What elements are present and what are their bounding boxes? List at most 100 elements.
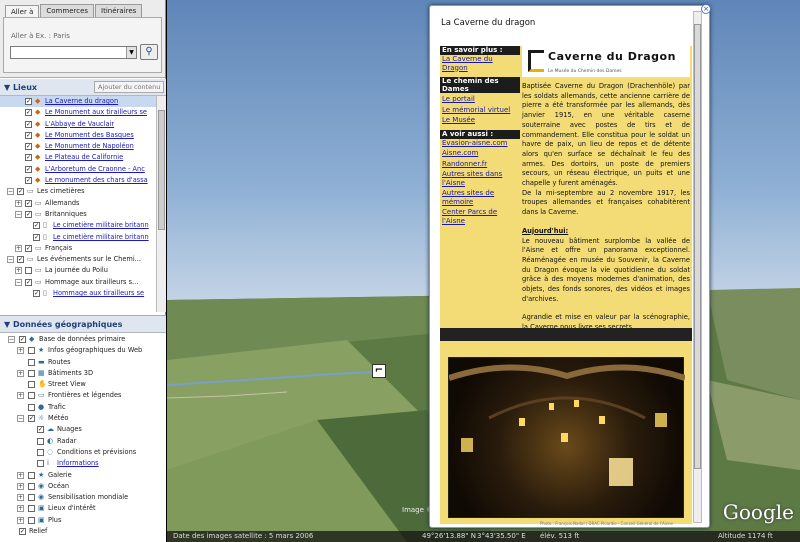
checkbox[interactable]: ✓ (25, 143, 32, 151)
checkbox[interactable]: ✓ (25, 278, 32, 286)
expand-toggle-icon[interactable]: + (17, 482, 24, 490)
checkbox[interactable] (28, 505, 35, 513)
place-item[interactable]: ✓ ◆ Le Monument aux tirailleurs se (0, 107, 156, 118)
place-item[interactable]: ✓ ▯ Le cimetière militaire britann (0, 232, 156, 243)
layer-item[interactable]: + ★ Infos géographiques du Web (0, 345, 166, 356)
tab-commerces[interactable]: Commerces (40, 4, 95, 17)
layer-item[interactable]: + ◉ Sensibilisation mondiale (0, 492, 166, 503)
checkbox[interactable]: ✓ (19, 336, 26, 343)
link-portail[interactable]: Le portail (440, 95, 520, 104)
checkbox[interactable]: ✓ (33, 290, 40, 298)
layer-item[interactable]: ✋ Street View (0, 379, 166, 390)
checkbox[interactable] (28, 471, 35, 479)
chevron-down-icon[interactable]: ▼ (126, 47, 136, 58)
scrollbar-thumb[interactable] (694, 24, 701, 469)
link-sites-memoire[interactable]: Autres sites de mémoire (440, 189, 520, 206)
link-aisne[interactable]: Aisne.com (440, 149, 520, 158)
expand-toggle-icon[interactable]: + (15, 244, 22, 252)
layer-item[interactable]: ✓ ☁ Nuages (0, 424, 166, 435)
expand-toggle-icon[interactable]: + (17, 471, 24, 479)
checkbox[interactable]: ✓ (17, 188, 24, 196)
places-scrollbar[interactable] (156, 96, 166, 312)
place-item[interactable]: ✓ ◆ Le Monument des Basques (0, 130, 156, 141)
search-input[interactable]: ▼ (10, 46, 137, 59)
expand-toggle-icon[interactable]: + (17, 392, 24, 400)
expand-toggle-icon[interactable]: + (17, 494, 24, 502)
link-randonner[interactable]: Randonner.fr (440, 160, 520, 169)
checkbox[interactable]: ✓ (25, 177, 32, 185)
checkbox[interactable]: ✓ (33, 222, 40, 230)
layers-header[interactable]: ▼ Données géographiques (0, 316, 166, 333)
checkbox[interactable] (37, 437, 44, 445)
place-item[interactable]: ✓ ◆ Le monument des chars d'assa (0, 175, 156, 186)
checkbox[interactable]: ✓ (25, 109, 32, 117)
place-item[interactable]: − ✓ ▭ Les cimetières (0, 186, 156, 197)
checkbox[interactable]: ✓ (37, 426, 44, 434)
close-icon[interactable]: × (701, 4, 711, 14)
place-item[interactable]: ✓ ◆ L'Arboretum de Craonne - Anc (0, 164, 156, 175)
checkbox[interactable] (28, 381, 35, 389)
layer-item[interactable]: ✓ Relief (0, 526, 166, 537)
checkbox[interactable]: ✓ (33, 233, 40, 241)
expand-toggle-icon[interactable]: + (15, 267, 22, 275)
place-item[interactable]: ✓ ▯ Le cimetière militaire britann (0, 220, 156, 231)
link-autres-sites[interactable]: Autres sites dans l'Aisne (440, 170, 520, 187)
checkbox[interactable] (28, 392, 35, 400)
checkbox[interactable]: ✓ (25, 120, 32, 128)
checkbox[interactable] (28, 516, 35, 524)
place-item[interactable]: + ✓ ▭ Allemands (0, 198, 156, 209)
place-item[interactable]: ✓ ◆ Le Plateau de Californie (0, 152, 156, 163)
checkbox[interactable] (28, 403, 35, 411)
expand-toggle-icon[interactable]: − (15, 210, 22, 218)
checkbox[interactable] (28, 482, 35, 490)
checkbox[interactable]: ✓ (25, 210, 32, 218)
link-evasion[interactable]: Evasion-aisne.com (440, 139, 520, 148)
expand-toggle-icon[interactable]: + (17, 505, 24, 513)
tab-itineraires[interactable]: Itinéraires (95, 4, 143, 17)
layer-item[interactable]: + ★ Galerie (0, 470, 166, 481)
checkbox[interactable]: ✓ (25, 199, 32, 207)
checkbox[interactable]: ✓ (25, 154, 32, 162)
layer-item[interactable]: + ▣ Plus (0, 515, 166, 526)
expand-toggle-icon[interactable]: − (7, 188, 14, 196)
link-memorial[interactable]: Le mémorial virtuel (440, 106, 520, 115)
place-item[interactable]: + ▭ La journée du Poilu (0, 265, 156, 276)
layer-item[interactable]: − ✓ ☼ Météo (0, 413, 166, 424)
place-item[interactable]: ✓ ◆ La Caverne du dragon (0, 96, 156, 108)
add-content-button[interactable]: Ajouter du contenu (94, 81, 164, 93)
layer-item[interactable]: ● Trafic (0, 402, 166, 413)
checkbox[interactable] (28, 494, 35, 502)
checkbox[interactable]: ✓ (28, 415, 35, 423)
expand-toggle-icon[interactable]: − (15, 278, 22, 286)
places-header[interactable]: ▼ Lieux Ajouter du contenu (0, 79, 166, 96)
balloon-scrollbar[interactable] (693, 11, 702, 523)
checkbox[interactable] (37, 448, 44, 456)
place-item[interactable]: ✓ ◆ Le Monument de Napoléon (0, 141, 156, 152)
expand-toggle-icon[interactable]: − (8, 336, 15, 343)
place-item[interactable]: − ✓ ▭ Les événements sur le Chemi... (0, 254, 156, 265)
checkbox[interactable] (37, 460, 44, 468)
link-caverne[interactable]: La Caverne du Dragon (440, 55, 520, 72)
expand-toggle-icon[interactable]: + (15, 199, 22, 207)
search-button[interactable]: ⚲ (140, 44, 158, 60)
expand-toggle-icon[interactable]: + (17, 347, 24, 355)
place-item[interactable]: − ✓ ▭ Hommage aux tirailleurs s... (0, 277, 156, 288)
place-item[interactable]: − ✓ ▭ Britanniques (0, 209, 156, 220)
layer-item[interactable]: ▬ Routes (0, 357, 166, 368)
layer-item[interactable]: ◐ Radar (0, 436, 166, 447)
place-item[interactable]: ✓ ◆ L'Abbaye de Vauclair (0, 119, 156, 130)
checkbox[interactable]: ✓ (25, 165, 32, 173)
expand-toggle-icon[interactable]: − (7, 256, 14, 264)
checkbox[interactable] (28, 369, 35, 377)
checkbox[interactable] (28, 347, 35, 355)
checkbox[interactable]: ✓ (25, 98, 32, 105)
expand-toggle-icon[interactable]: + (17, 369, 24, 377)
layer-item[interactable]: ◌ Conditions et prévisions (0, 447, 166, 458)
layer-item[interactable]: + ▦ Bâtiments 3D (0, 368, 166, 379)
layer-item[interactable]: + ▣ Lieux d'intérêt (0, 503, 166, 514)
expand-toggle-icon[interactable]: − (17, 415, 24, 423)
placemark-caverne-icon[interactable]: ⌐ (372, 364, 386, 378)
checkbox[interactable]: ✓ (25, 244, 32, 252)
link-musee[interactable]: Le Musée (440, 116, 520, 125)
place-item[interactable]: + ✓ ▭ Français (0, 243, 156, 254)
